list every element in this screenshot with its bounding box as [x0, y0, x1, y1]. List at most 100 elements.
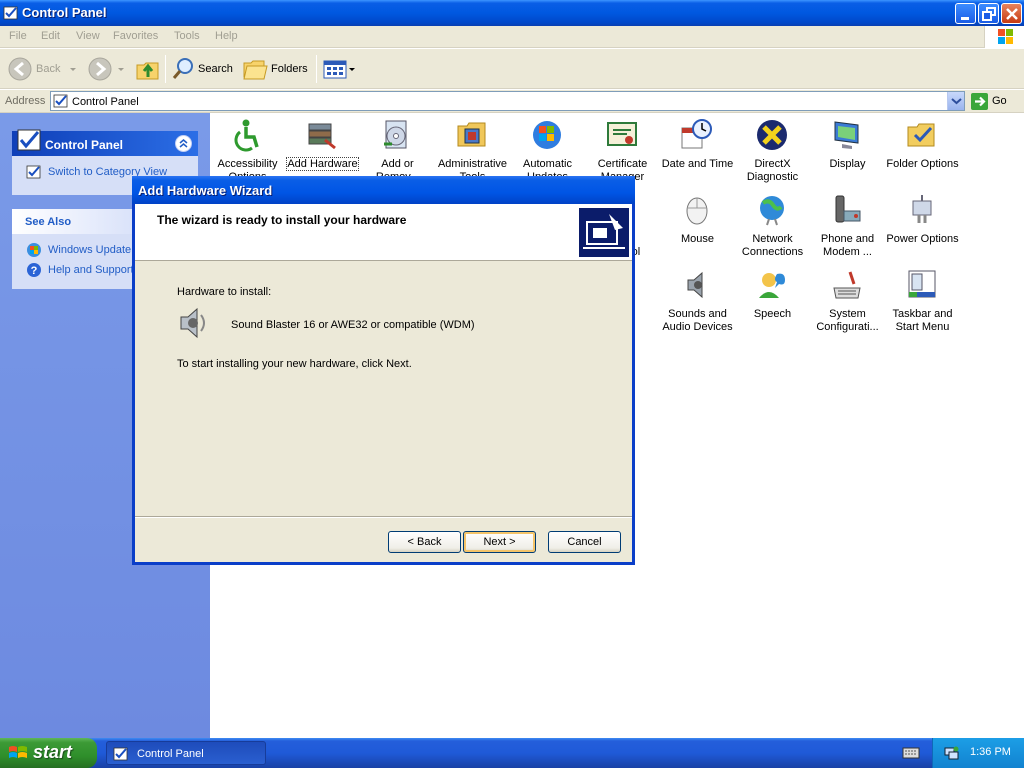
- chevron-down-icon: [118, 68, 124, 71]
- directx-icon: [757, 120, 787, 150]
- chevron-up-icon: [179, 139, 188, 148]
- wizard-header: The wizard is ready to install your hard…: [135, 204, 632, 261]
- mouse-icon: [686, 197, 708, 225]
- speaker-icon: [180, 307, 205, 339]
- toolbar-separator: [165, 55, 166, 83]
- sounds-icon: [687, 271, 703, 299]
- start-button[interactable]: start: [0, 738, 97, 768]
- keyboard-icon[interactable]: [902, 746, 920, 760]
- cancel-button[interactable]: Cancel: [548, 531, 621, 553]
- speech-icon: [759, 273, 785, 298]
- toolbar-separator: [316, 55, 317, 83]
- address-input[interactable]: Control Panel: [50, 91, 965, 111]
- cp-item-phone-modem[interactable]: Phone and Modem ...: [810, 193, 885, 265]
- cp-item-mouse[interactable]: Mouse: [660, 193, 735, 265]
- automatic-updates-icon: [533, 121, 561, 149]
- folder-options-icon: [907, 123, 935, 147]
- maximize-button[interactable]: [978, 3, 999, 24]
- toolbar: Back Search Folders: [0, 49, 1024, 89]
- cp-item-display[interactable]: Display: [810, 118, 885, 190]
- control-panel-icon: [113, 747, 128, 761]
- device-name: Sound Blaster 16 or AWE32 or compatible …: [231, 319, 475, 331]
- system-config-icon: [833, 271, 861, 299]
- wizard-separator: [135, 516, 632, 518]
- cp-item-sounds-audio[interactable]: Sounds and Audio Devices: [660, 268, 735, 340]
- menu-bar: File Edit View Favorites Tools Help: [0, 26, 1024, 48]
- category-view-icon: [26, 165, 41, 179]
- taskbar-item-control-panel[interactable]: Control Panel: [106, 741, 266, 765]
- forward-button[interactable]: [86, 55, 126, 83]
- next-button[interactable]: Next >: [463, 531, 536, 553]
- back-arrow-icon: [8, 57, 32, 81]
- display-icon: [834, 121, 859, 149]
- up-folder-icon: [136, 62, 159, 80]
- svg-text:?: ?: [31, 265, 38, 277]
- back-button[interactable]: < Back: [388, 531, 461, 553]
- folders-button[interactable]: Folders: [242, 55, 312, 83]
- system-tray: 1:36 PM: [932, 738, 1024, 768]
- address-dropdown-button[interactable]: [947, 92, 964, 110]
- search-button[interactable]: Search: [170, 55, 236, 83]
- cp-item-date-time[interactable]: Date and Time: [660, 118, 735, 190]
- administrative-tools-icon: [457, 122, 486, 147]
- go-arrow-icon: [971, 93, 988, 110]
- menu-edit[interactable]: Edit: [41, 30, 60, 42]
- windows-flag-icon: [9, 746, 27, 758]
- wizard-heading: The wizard is ready to install your hard…: [157, 213, 407, 227]
- menu-view[interactable]: View: [76, 30, 100, 42]
- add-remove-programs-icon: [384, 120, 407, 149]
- taskbar: start Control Panel 1:36 PM: [0, 738, 1024, 768]
- network-tray-icon[interactable]: [943, 745, 959, 761]
- date-time-icon: [681, 119, 712, 149]
- control-panel-section-header[interactable]: Control Panel: [12, 129, 198, 156]
- menu-tools[interactable]: Tools: [174, 30, 200, 42]
- cp-item-taskbar-start-menu[interactable]: Taskbar and Start Menu: [885, 268, 960, 340]
- window-titlebar[interactable]: Control Panel: [0, 0, 1024, 26]
- menu-file[interactable]: File: [9, 30, 27, 42]
- close-icon: [1006, 8, 1018, 20]
- help-icon: ?: [27, 263, 41, 277]
- clock[interactable]: 1:36 PM: [970, 746, 1011, 758]
- folders-icon: [243, 60, 268, 80]
- network-icon: [760, 196, 784, 226]
- forward-arrow-icon: [88, 57, 112, 81]
- go-button[interactable]: Go: [970, 92, 1020, 111]
- hardware-wizard-icon: [579, 208, 629, 257]
- cp-item-speech[interactable]: Speech: [735, 268, 810, 340]
- phone-modem-icon: [835, 195, 861, 223]
- add-hardware-icon: [308, 123, 336, 150]
- address-bar: Address Control Panel Go: [0, 90, 1024, 113]
- collapse-button[interactable]: [175, 135, 192, 152]
- up-folder-button[interactable]: [134, 55, 162, 83]
- windows-logo: [984, 26, 1024, 48]
- back-button[interactable]: Back: [6, 55, 76, 83]
- cp-item-directx[interactable]: DirectX Diagnostic: [735, 118, 810, 190]
- cp-item-system-configuration[interactable]: System Configurati...: [810, 268, 885, 340]
- power-options-icon: [912, 195, 932, 223]
- wizard-titlebar[interactable]: Add Hardware Wizard: [132, 176, 635, 204]
- control-panel-icon: [3, 6, 18, 20]
- hardware-to-install-label: Hardware to install:: [177, 286, 272, 298]
- add-hardware-wizard-dialog: Add Hardware Wizard The wizard is ready …: [132, 176, 635, 565]
- address-label: Address: [5, 95, 46, 107]
- close-button[interactable]: [1001, 3, 1022, 24]
- control-panel-icon: [53, 94, 68, 108]
- cp-item-network-connections[interactable]: Network Connections: [735, 193, 810, 265]
- menu-favorites[interactable]: Favorites: [113, 30, 158, 42]
- restore-icon: [982, 7, 996, 21]
- windows-update-icon: [27, 243, 41, 257]
- cp-item-folder-options[interactable]: Folder Options: [885, 118, 960, 190]
- instruction-text: To start installing your new hardware, c…: [177, 358, 412, 370]
- cp-item-power-options[interactable]: Power Options: [885, 193, 960, 265]
- search-icon: [172, 58, 193, 79]
- views-button[interactable]: [322, 55, 358, 83]
- taskbar-icon: [908, 270, 936, 298]
- window-title: Control Panel: [22, 5, 107, 20]
- chevron-down-icon: [951, 98, 962, 105]
- windows-flag-icon: [998, 29, 1013, 44]
- control-panel-icon: [17, 129, 41, 151]
- menu-help[interactable]: Help: [215, 30, 238, 42]
- chevron-down-icon: [70, 68, 76, 71]
- minimize-button[interactable]: [955, 3, 976, 24]
- views-icon: [323, 60, 355, 79]
